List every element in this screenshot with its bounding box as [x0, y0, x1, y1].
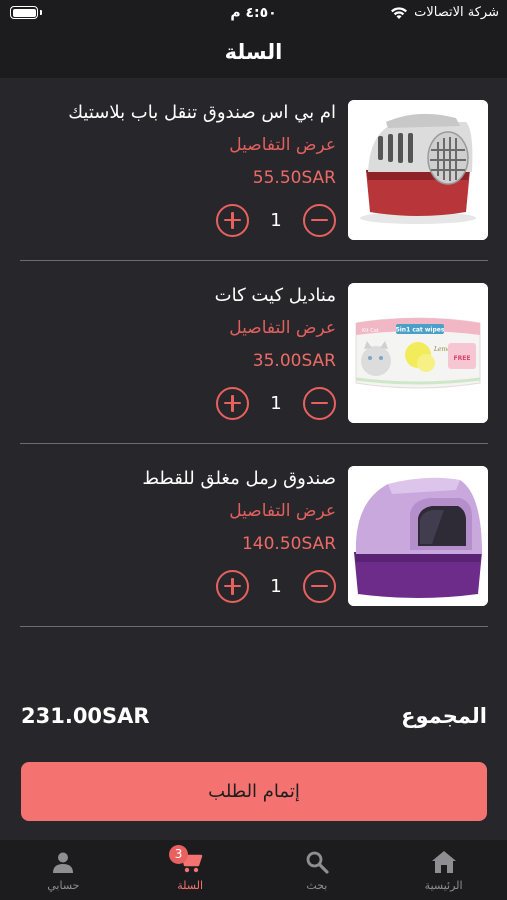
- increase-quantity-button[interactable]: [216, 386, 249, 420]
- quantity-stepper: 1: [216, 569, 336, 603]
- cart-list: ام بي اس صندوق تنقل باب بلاستيك عرض التف…: [20, 78, 488, 627]
- quantity-stepper: 1: [216, 386, 336, 420]
- cart-count-badge: 3: [169, 845, 189, 864]
- tab-cart[interactable]: 3 السلة: [127, 840, 254, 900]
- wipes-free-text: FREE: [454, 355, 471, 362]
- wipes-title-text: 5in1 cat wipes: [396, 327, 445, 334]
- page-header: السلة: [0, 30, 507, 78]
- person-icon: [0, 848, 127, 876]
- wifi-icon: [390, 6, 408, 20]
- pet-carrier-image[interactable]: [348, 100, 488, 240]
- tab-home[interactable]: الرئيسية: [380, 840, 507, 900]
- quantity-value: 1: [270, 209, 282, 231]
- increase-quantity-button[interactable]: [216, 203, 249, 237]
- total-amount: 231.00SAR: [21, 704, 150, 728]
- product-price: 55.50SAR: [252, 168, 336, 188]
- product-name: ام بي اس صندوق تنقل باب بلاستيك: [68, 102, 336, 123]
- tab-account[interactable]: حسابي: [0, 840, 127, 900]
- tab-label: بحث: [306, 879, 328, 892]
- tab-search[interactable]: بحث: [254, 840, 381, 900]
- product-name: صندوق رمل مغلق للقطط: [142, 468, 336, 489]
- quantity-value: 1: [270, 575, 282, 597]
- tab-label: حسابي: [47, 879, 80, 892]
- decrease-quantity-button[interactable]: [303, 203, 336, 237]
- cart-item: ام بي اس صندوق تنقل باب بلاستيك عرض التف…: [20, 78, 488, 261]
- decrease-quantity-button[interactable]: [303, 569, 336, 603]
- total-label: المجموع: [401, 704, 487, 728]
- tab-label: الرئيسية: [424, 879, 463, 892]
- cart-item: صندوق رمل مغلق للقطط عرض التفاصيل 140.50…: [20, 444, 488, 627]
- quantity-value: 1: [270, 392, 282, 414]
- status-bar: ٤:٥٠ م شركة الاتصالات: [0, 0, 507, 30]
- checkout-button[interactable]: إتمام الطلب: [21, 762, 487, 821]
- product-price: 35.00SAR: [252, 351, 336, 371]
- decrease-quantity-button[interactable]: [303, 386, 336, 420]
- cart-item: Kit Cat 5in1 cat wipes Lemon FREE مناديل…: [20, 261, 488, 444]
- cat-wipes-image[interactable]: Kit Cat 5in1 cat wipes Lemon FREE: [348, 283, 488, 423]
- search-icon: [254, 848, 381, 876]
- product-price: 140.50SAR: [241, 534, 336, 554]
- view-details-link[interactable]: عرض التفاصيل: [229, 318, 336, 338]
- page-title: السلة: [224, 40, 283, 64]
- view-details-link[interactable]: عرض التفاصيل: [229, 135, 336, 155]
- view-details-link[interactable]: عرض التفاصيل: [229, 501, 336, 521]
- cart-icon: [127, 848, 254, 876]
- home-icon: [380, 848, 507, 876]
- carrier-info: شركة الاتصالات: [390, 5, 499, 20]
- order-total: 231.00SAR المجموع: [21, 702, 487, 736]
- litter-box-image[interactable]: [348, 466, 488, 606]
- product-name: مناديل كيت كات: [214, 285, 336, 306]
- increase-quantity-button[interactable]: [216, 569, 249, 603]
- tab-bar: حسابي 3 السلة بحث الرئيسية: [0, 840, 507, 900]
- carrier-name: شركة الاتصالات: [414, 5, 499, 20]
- quantity-stepper: 1: [216, 203, 336, 237]
- wipes-brand-text: Kit Cat: [362, 328, 379, 334]
- tab-label: السلة: [177, 879, 203, 892]
